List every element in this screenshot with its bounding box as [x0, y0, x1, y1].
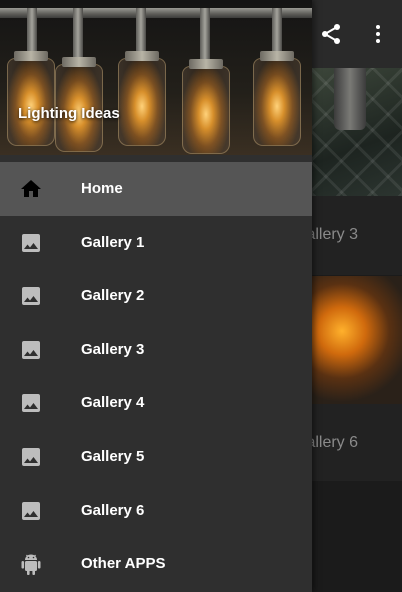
menu-item-label: Gallery 1 [81, 233, 145, 251]
menu-item-label: Gallery 6 [81, 501, 145, 519]
menu-item-gallery-4[interactable]: Gallery 4 [0, 376, 312, 430]
menu-item-label: Home [81, 180, 123, 197]
menu-item-gallery-2[interactable]: Gallery 2 [0, 269, 312, 323]
jar-lamp-image [253, 51, 301, 146]
more-vert-icon[interactable] [366, 22, 390, 46]
navigation-drawer: Lighting Ideas Home Gallery 1 Gallery 2 … [0, 0, 312, 592]
gallery-thumbnail [312, 276, 402, 404]
menu-item-gallery-1[interactable]: Gallery 1 [0, 216, 312, 270]
share-icon[interactable] [319, 22, 343, 46]
menu-item-other-apps[interactable]: Other APPS [0, 537, 312, 591]
pipe-decoration [0, 8, 312, 18]
android-icon [19, 552, 43, 576]
gallery-card[interactable]: Gallery 6 [294, 276, 402, 481]
menu-item-label: Gallery 5 [81, 447, 145, 465]
menu-item-gallery-3[interactable]: Gallery 3 [0, 323, 312, 377]
image-icon [19, 231, 43, 255]
menu-item-label: Gallery 4 [81, 394, 145, 412]
pipe-decoration [73, 8, 83, 60]
jar-lamp-image [7, 51, 55, 146]
image-icon [19, 391, 43, 415]
gallery-thumbnail [312, 68, 402, 196]
drawer-header: Lighting Ideas [0, 0, 312, 155]
image-icon [19, 338, 43, 362]
image-icon [19, 499, 43, 523]
menu-item-gallery-6[interactable]: Gallery 6 [0, 484, 312, 538]
jar-lamp-image [182, 59, 230, 154]
home-icon [19, 177, 43, 201]
drawer-menu: Home Gallery 1 Gallery 2 Gallery 3 Galle… [0, 162, 312, 591]
menu-item-label: Gallery 2 [81, 287, 145, 305]
lamp-image [334, 68, 366, 130]
image-icon [19, 445, 43, 469]
menu-item-home[interactable]: Home [0, 162, 312, 216]
gallery-card[interactable]: Gallery 3 [294, 68, 402, 275]
menu-item-label: Other APPS [81, 555, 166, 573]
jar-lamp-image [118, 51, 166, 146]
pipe-decoration [200, 8, 210, 60]
menu-item-gallery-5[interactable]: Gallery 5 [0, 430, 312, 484]
drawer-title: Lighting Ideas [18, 105, 120, 122]
menu-item-label: Gallery 3 [81, 340, 145, 358]
image-icon [19, 284, 43, 308]
